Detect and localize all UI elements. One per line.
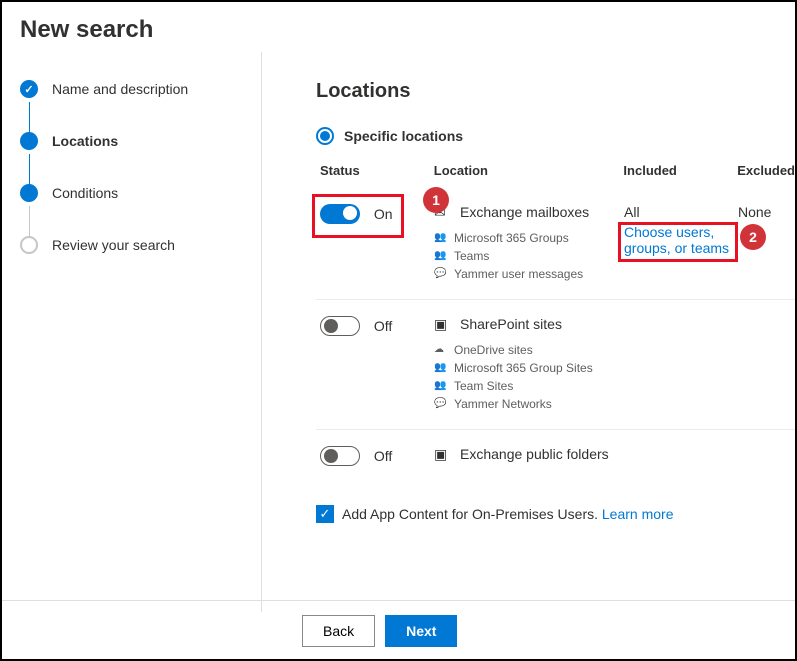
locations-table-header: Status Location Included Excluded	[316, 157, 795, 188]
location-row-exchange: On ✉ Exchange mailboxes 👥Microsoft 365 G…	[316, 188, 795, 300]
step-review[interactable]: Review your search	[20, 236, 243, 254]
learn-more-link[interactable]: Learn more	[602, 506, 674, 522]
back-button[interactable]: Back	[302, 615, 375, 647]
step-label: Locations	[52, 133, 118, 149]
annotation-badge-1: 1	[423, 187, 449, 213]
status-toggle-exchange[interactable]	[320, 204, 360, 224]
step-label: Name and description	[52, 81, 188, 97]
toggle-label: Off	[374, 446, 392, 466]
on-prem-checkbox[interactable]: ✓	[316, 505, 334, 523]
step-label: Review your search	[52, 237, 175, 253]
on-prem-checkbox-row: ✓ Add App Content for On-Premises Users.…	[316, 505, 795, 523]
onedrive-icon: ☁	[434, 341, 448, 359]
specific-locations-radio[interactable]: Specific locations	[316, 127, 795, 145]
status-toggle-sharepoint[interactable]	[320, 316, 360, 336]
step-dot-icon	[20, 132, 38, 150]
location-title: SharePoint sites	[460, 316, 562, 332]
col-status: Status	[320, 163, 434, 178]
checkbox-label: Add App Content for On-Premises Users.	[342, 506, 598, 522]
content-area: ✓ Name and description Locations Conditi…	[2, 52, 795, 612]
annotation-box-2	[618, 222, 738, 262]
included-value: All	[624, 204, 738, 220]
location-title: Exchange mailboxes	[460, 204, 589, 220]
group-icon: 👥	[434, 229, 448, 247]
location-title: Exchange public folders	[460, 446, 609, 462]
step-dot-icon	[20, 184, 38, 202]
radio-label: Specific locations	[344, 128, 463, 144]
sub-services-list: ☁OneDrive sites 👥Microsoft 365 Group Sit…	[434, 341, 624, 413]
col-included: Included	[623, 163, 737, 178]
wizard-title: New search	[20, 16, 777, 44]
sub-services-list: 👥Microsoft 365 Groups 👥Teams 💬Yammer use…	[434, 229, 624, 283]
status-toggle-public-folders[interactable]	[320, 446, 360, 466]
yammer-icon: 💬	[434, 265, 448, 283]
step-conditions[interactable]: Conditions	[20, 184, 243, 202]
radio-icon	[316, 127, 334, 145]
teams-icon: 👥	[434, 377, 448, 395]
wizard-footer: Back Next	[2, 600, 795, 647]
step-dot-icon	[20, 236, 38, 254]
yammer-icon: 💬	[434, 395, 448, 413]
teams-icon: 👥	[434, 247, 448, 265]
location-row-sharepoint: Off ▣ SharePoint sites ☁OneDrive sites 👥…	[316, 300, 795, 430]
step-name-description[interactable]: ✓ Name and description	[20, 80, 243, 98]
checkmark-icon: ✓	[20, 80, 38, 98]
sharepoint-icon: ▣	[434, 316, 450, 333]
annotation-badge-2: 2	[740, 224, 766, 250]
main-panel: Locations Specific locations Status Loca…	[262, 52, 795, 612]
step-locations[interactable]: Locations	[20, 132, 243, 150]
group-icon: 👥	[434, 359, 448, 377]
folder-icon: ▣	[434, 446, 450, 463]
next-button[interactable]: Next	[385, 615, 457, 647]
steps-sidebar: ✓ Name and description Locations Conditi…	[2, 52, 262, 612]
location-row-public-folders: Off ▣ Exchange public folders	[316, 430, 795, 487]
step-label: Conditions	[52, 185, 118, 201]
toggle-label: Off	[374, 316, 392, 336]
page-title: Locations	[316, 80, 795, 103]
wizard-header: New search	[2, 2, 795, 52]
col-location: Location	[434, 163, 624, 178]
col-excluded: Excluded	[737, 163, 795, 178]
